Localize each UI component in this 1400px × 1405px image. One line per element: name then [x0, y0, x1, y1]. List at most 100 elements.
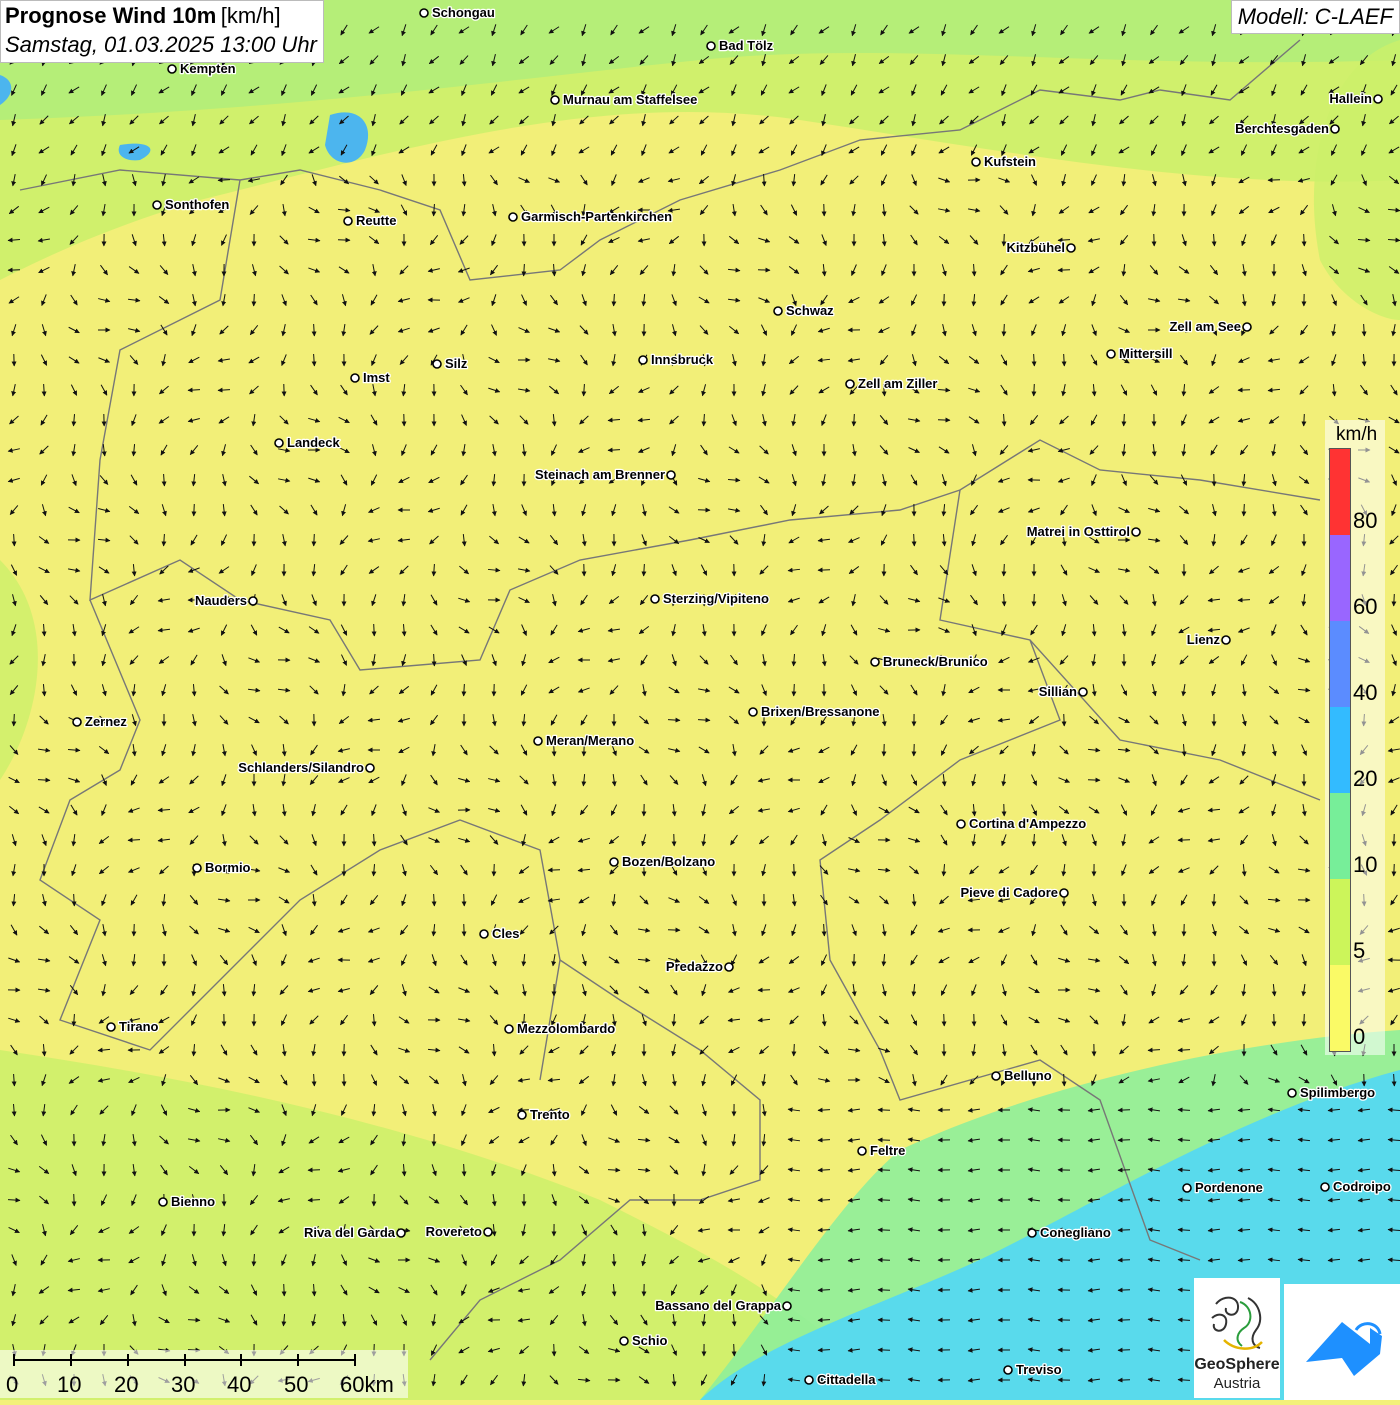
- wind-arrow: [1394, 864, 1395, 876]
- city-marker: Schongau: [420, 5, 495, 20]
- wind-arrow: [14, 714, 15, 726]
- wind-arrow: [818, 1200, 830, 1201]
- legend-tick: 20: [1353, 766, 1377, 792]
- city-dot: [783, 1302, 791, 1310]
- city-label: Bienno: [171, 1194, 215, 1209]
- city-label: Tirano: [119, 1019, 159, 1034]
- geosphere-logo[interactable]: GeoSphere Austria: [1194, 1278, 1280, 1398]
- city-label: Pordenone: [1195, 1180, 1263, 1195]
- wind-arrow: [1064, 1074, 1065, 1086]
- city-marker: Steinach am Brenner: [535, 467, 675, 482]
- city-label: Spilimbergo: [1300, 1085, 1375, 1100]
- legend-segment: [1330, 793, 1350, 879]
- wind-arrow: [1118, 1260, 1130, 1261]
- city-label: Schlanders/Silandro: [238, 760, 364, 775]
- legend-segment: [1330, 621, 1350, 707]
- city-label: Innsbruck: [651, 352, 714, 367]
- city-dot: [972, 158, 980, 166]
- model-label: Modell: C-LAEF: [1231, 0, 1400, 34]
- city-label: Kitzbühel: [1007, 240, 1066, 255]
- city-label: Reutte: [356, 213, 396, 228]
- cloud-arrow-icon: [1284, 1284, 1400, 1400]
- city-marker: Spilimbergo: [1288, 1085, 1375, 1100]
- city-dot: [397, 1229, 405, 1237]
- wind-arrow: [1118, 1230, 1130, 1231]
- city-label: Bad Tölz: [719, 38, 774, 53]
- city-label: Silz: [445, 356, 468, 371]
- city-dot: [159, 1198, 167, 1206]
- title-box: Prognose Wind 10m [km/h] Samstag, 01.03.…: [0, 0, 324, 63]
- city-marker: Kitzbühel: [1007, 240, 1076, 255]
- wind-arrow: [1304, 1014, 1305, 1026]
- city-label: Cles: [492, 926, 519, 941]
- wind-arrow: [1118, 1110, 1130, 1111]
- wind-arrow: [794, 1044, 795, 1056]
- city-dot: [610, 858, 618, 866]
- app-logo[interactable]: [1284, 1284, 1400, 1400]
- scale-label: 30: [171, 1372, 195, 1398]
- city-label: Mittersill: [1119, 346, 1172, 361]
- city-marker: Brixen/Bressanone: [749, 704, 880, 719]
- city-label: Sillian: [1039, 684, 1077, 699]
- city-marker: Sonthofen: [153, 197, 229, 212]
- city-dot: [1028, 1229, 1036, 1237]
- city-marker: Pieve di Cadore: [960, 885, 1068, 900]
- city-label: Garmisch-Partenkirchen: [521, 209, 672, 224]
- city-label: Feltre: [870, 1143, 905, 1158]
- legend-segment: [1330, 535, 1350, 621]
- city-label: Cortina d'Ampezzo: [969, 816, 1086, 831]
- legend-segment: [1330, 707, 1350, 793]
- scale-label: 0: [6, 1372, 18, 1398]
- wind-arrow: [1394, 594, 1395, 606]
- map-title: Prognose Wind 10m: [5, 3, 216, 28]
- city-dot: [858, 1147, 866, 1155]
- city-dot: [344, 217, 352, 225]
- wind-arrow: [74, 1194, 75, 1206]
- city-dot: [1331, 125, 1339, 133]
- city-label: Schwaz: [786, 303, 834, 318]
- title-unit: [km/h]: [221, 3, 281, 28]
- wind-arrow: [374, 624, 375, 636]
- city-marker: Zell am Ziller: [846, 376, 937, 391]
- city-dot: [871, 658, 879, 666]
- wind-arrow: [44, 384, 45, 396]
- city-dot: [275, 439, 283, 447]
- city-label: Bozen/Bolzano: [622, 854, 715, 869]
- wind-arrow: [1304, 414, 1305, 426]
- wind-arrow: [554, 1344, 555, 1356]
- wind-arrow: [1124, 414, 1125, 426]
- city-label: Trento: [530, 1107, 570, 1122]
- scale-ruler: [0, 1350, 408, 1372]
- city-dot: [1067, 244, 1075, 252]
- wind-arrow: [38, 780, 50, 781]
- wind-map[interactable]: SchongauKemptenBad TölzMurnau am Staffel…: [0, 0, 1400, 1400]
- wind-arrow: [1118, 1350, 1130, 1351]
- city-label: Conegliano: [1040, 1225, 1111, 1240]
- city-marker: Schlanders/Silandro: [238, 760, 374, 775]
- city-marker: Bozen/Bolzano: [610, 854, 715, 869]
- city-label: Rovereto: [426, 1224, 482, 1239]
- city-dot: [505, 1025, 513, 1033]
- scale-label: 60km: [340, 1372, 394, 1398]
- city-dot: [805, 1376, 813, 1384]
- city-dot: [534, 737, 542, 745]
- wind-arrow: [1034, 384, 1035, 396]
- wind-arrow: [254, 294, 255, 306]
- city-marker: Zell am See: [1169, 319, 1251, 334]
- city-dot: [509, 213, 517, 221]
- city-dot: [1183, 1184, 1191, 1192]
- city-dot: [1321, 1183, 1329, 1191]
- city-dot: [107, 1023, 115, 1031]
- city-dot: [433, 360, 441, 368]
- city-label: Schongau: [432, 5, 495, 20]
- wind-arrow: [1034, 354, 1035, 366]
- geosphere-emblem-icon: [1194, 1284, 1280, 1360]
- city-marker: Mezzolombardo: [505, 1021, 615, 1036]
- wind-arrow: [794, 684, 795, 696]
- city-dot: [620, 1337, 628, 1345]
- city-marker: Predazzo: [666, 959, 733, 974]
- city-dot: [551, 96, 559, 104]
- legend-tick: 10: [1353, 852, 1377, 878]
- wind-arrow: [1118, 1320, 1130, 1321]
- legend-segment: [1330, 965, 1350, 1051]
